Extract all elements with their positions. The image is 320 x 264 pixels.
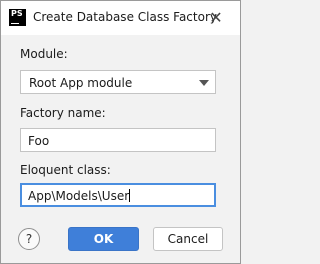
factory-name-value: Foo (28, 134, 50, 148)
ok-button[interactable]: OK (68, 227, 139, 251)
eloquent-class-input[interactable]: App\Models\User (20, 183, 216, 207)
app-icon-underline (11, 23, 19, 24)
factory-name-label: Factory name: (20, 106, 106, 120)
close-icon[interactable]: ✕ (206, 8, 226, 28)
help-button[interactable]: ? (18, 228, 40, 250)
create-database-class-factory-dialog: PS Create Database Class Factory ✕ Modul… (0, 0, 241, 264)
module-select[interactable]: Root App module (20, 70, 216, 94)
phpstorm-logo-icon: PS (9, 9, 26, 26)
factory-name-input[interactable]: Foo (20, 128, 216, 152)
title-bar: PS Create Database Class Factory ✕ (1, 1, 240, 35)
text-cursor (129, 189, 131, 202)
cancel-button[interactable]: Cancel (153, 227, 223, 251)
eloquent-class-value: App\Models\User (28, 189, 130, 203)
eloquent-class-value-wrap: App\Models\User (28, 189, 131, 203)
chevron-down-icon[interactable] (199, 80, 209, 86)
module-select-value: Root App module (29, 76, 133, 90)
app-icon-text: PS (11, 9, 23, 18)
dialog-title: Create Database Class Factory (33, 10, 217, 24)
module-label: Module: (20, 47, 68, 61)
eloquent-class-label: Eloquent class: (20, 163, 111, 177)
